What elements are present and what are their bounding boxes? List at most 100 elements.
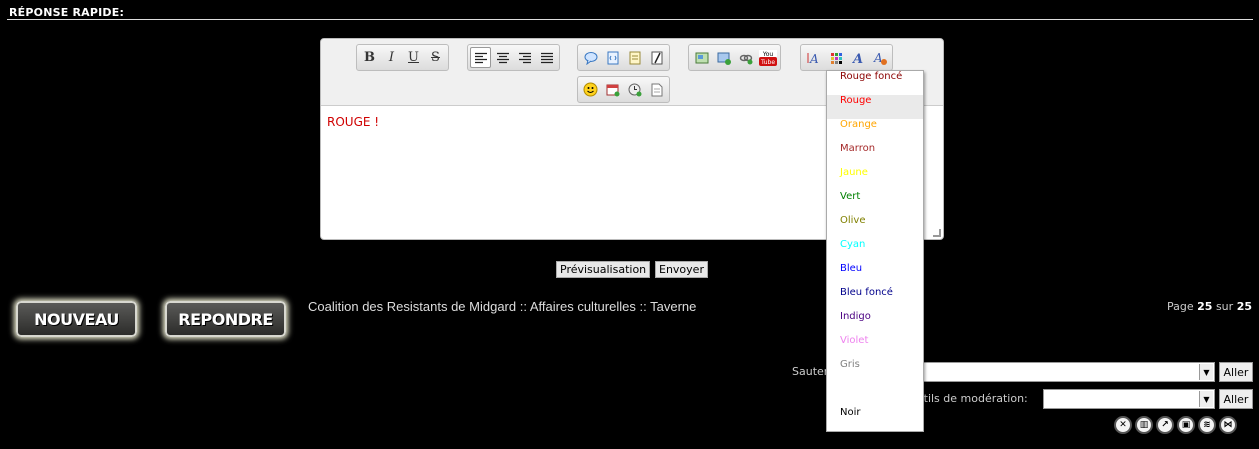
font-face-button[interactable]: A — [847, 47, 868, 68]
section-divider — [7, 19, 1253, 20]
align-left-icon — [474, 52, 487, 63]
color-menu-item[interactable]: Cyan — [827, 239, 923, 263]
font-size-button[interactable]: A — [803, 47, 824, 68]
breadcrumb: Coalition des Resistants de Midgard :: A… — [308, 299, 696, 314]
clock-icon — [628, 83, 641, 96]
smiley-icon — [583, 82, 598, 97]
new-topic-button[interactable]: NOUVEAU — [16, 301, 137, 337]
lock-icon[interactable]: ▣ — [1177, 416, 1195, 434]
breadcrumb-separator: :: — [519, 299, 527, 314]
trash-icon[interactable]: ▥ — [1135, 416, 1153, 434]
hidden-text-icon — [651, 51, 662, 64]
youtube-icon: YouTube — [758, 49, 777, 66]
code-button[interactable] — [602, 47, 623, 68]
text-style-group: B I U S — [356, 44, 449, 71]
moderation-select[interactable]: ▼ — [1043, 389, 1215, 409]
delete-icon[interactable]: ✕ — [1114, 416, 1132, 434]
justify-button[interactable] — [536, 47, 557, 68]
font-group: A A A — [800, 44, 893, 71]
breadcrumb-separator: :: — [639, 299, 647, 314]
youtube-button[interactable]: You Tube — [757, 47, 778, 68]
spoiler-button[interactable] — [646, 47, 667, 68]
color-menu-item[interactable]: Marron — [827, 143, 923, 167]
chevron-down-icon[interactable]: ▼ — [1199, 364, 1213, 380]
reply-button[interactable]: REPONDRE — [165, 301, 286, 337]
breadcrumb-link-forum[interactable]: Coalition des Resistants de Midgard — [308, 299, 516, 314]
color-menu-item[interactable]: Orange — [827, 119, 923, 143]
jump-go-button[interactable]: Aller — [1219, 362, 1253, 382]
text-color-button[interactable] — [825, 47, 846, 68]
align-right-icon — [518, 52, 531, 63]
color-menu-item[interactable]: Bleu foncé — [827, 287, 923, 311]
color-menu-item[interactable]: Violet — [827, 335, 923, 359]
color-menu-item[interactable]: Gris — [827, 359, 923, 383]
chevron-down-icon[interactable]: ▼ — [1199, 391, 1213, 407]
color-menu-item[interactable]: Bleu — [827, 263, 923, 287]
image-icon — [695, 52, 708, 63]
color-menu-item[interactable]: Blanc — [827, 383, 923, 407]
align-center-icon — [496, 52, 509, 63]
total-pages: 25 — [1236, 300, 1252, 313]
time-button[interactable] — [624, 79, 645, 100]
moderation-go-button[interactable]: Aller — [1219, 389, 1253, 409]
quote-button[interactable] — [580, 47, 601, 68]
pagination: Page 25 sur 25 — [1167, 300, 1252, 313]
move-icon[interactable]: ↗ — [1156, 416, 1174, 434]
italic-button[interactable]: I — [381, 47, 402, 68]
color-menu-item[interactable]: Indigo — [827, 311, 923, 335]
date-button[interactable] — [602, 79, 623, 100]
section-title: RÉPONSE RAPIDE: — [9, 6, 125, 19]
send-button[interactable]: Envoyer — [655, 261, 708, 278]
quote-bubble-icon — [584, 51, 597, 65]
moderation-label: Outils de modération: — [908, 392, 1028, 405]
image-button[interactable] — [691, 47, 712, 68]
page-middle: sur — [1215, 300, 1234, 313]
editor-content[interactable]: ROUGE ! — [327, 115, 379, 129]
color-menu-item[interactable]: Vert — [827, 191, 923, 215]
color-menu-item[interactable]: Olive — [827, 215, 923, 239]
smiley-button[interactable] — [580, 79, 601, 100]
font-options-icon: A — [873, 51, 887, 65]
font-size-icon: A — [807, 52, 819, 65]
extras-group — [577, 76, 670, 103]
justify-icon — [540, 52, 553, 63]
upload-image-button[interactable] — [713, 47, 734, 68]
svg-text:A: A — [809, 52, 819, 65]
calendar-icon — [606, 84, 619, 96]
link-button[interactable] — [735, 47, 756, 68]
underline-button[interactable]: U — [403, 47, 424, 68]
align-center-button[interactable] — [492, 47, 513, 68]
list-button[interactable] — [624, 47, 645, 68]
color-menu-item[interactable]: Noir — [827, 407, 923, 431]
preview-button[interactable]: Prévisualisation — [556, 261, 651, 278]
link-icon — [739, 54, 752, 64]
merge-icon[interactable]: ⋈ — [1219, 416, 1237, 434]
media-group: You Tube — [688, 44, 781, 71]
svg-text:You: You — [761, 51, 773, 58]
page-prefix: Page — [1167, 300, 1194, 313]
strike-button[interactable]: S — [425, 47, 446, 68]
color-menu-item[interactable]: Rouge — [827, 95, 923, 119]
split-icon[interactable]: ≋ — [1198, 416, 1216, 434]
resize-handle[interactable] — [933, 229, 941, 237]
notepad-icon — [629, 51, 640, 64]
alignment-group — [467, 44, 560, 71]
font-options-button[interactable]: A — [869, 47, 890, 68]
bold-button[interactable]: B — [359, 47, 380, 68]
svg-text:Tube: Tube — [759, 59, 774, 66]
color-menu-item[interactable]: Rouge foncé — [827, 71, 923, 95]
text-color-menu: Rouge foncé Rouge Orange Marron Jaune Vert Oli… — [826, 70, 924, 432]
svg-text:A: A — [851, 52, 863, 65]
color-menu-item[interactable]: Jaune — [827, 167, 923, 191]
breadcrumb-link-category[interactable]: Affaires culturelles — [530, 299, 636, 314]
font-face-icon: A — [851, 52, 863, 65]
moderation-icons: ✕ ▥ ↗ ▣ ≋ ⋈ — [1114, 416, 1237, 434]
breadcrumb-link-subforum[interactable]: Taverne — [650, 299, 696, 314]
current-page: 25 — [1197, 300, 1213, 313]
align-right-button[interactable] — [514, 47, 535, 68]
insert-group — [577, 44, 670, 71]
color-palette-icon — [830, 52, 842, 64]
code-icon — [607, 51, 618, 64]
align-left-button[interactable] — [470, 47, 491, 68]
page-button[interactable] — [646, 79, 667, 100]
